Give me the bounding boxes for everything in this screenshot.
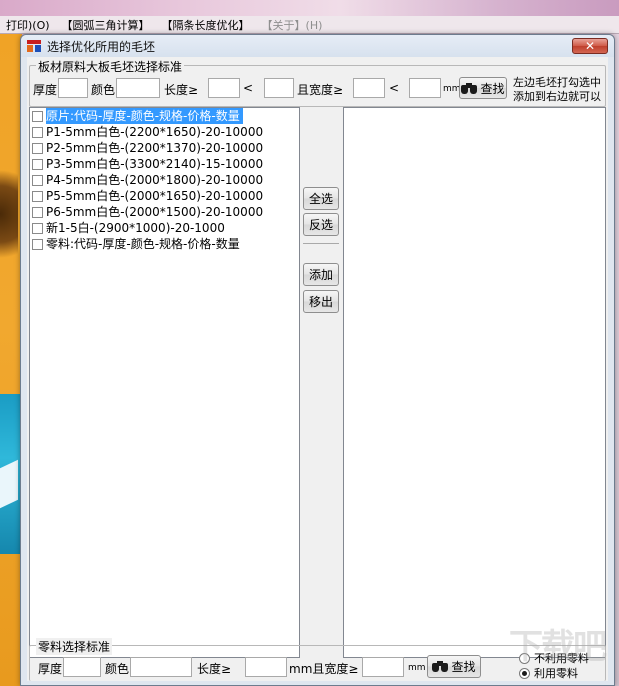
board-thickness-label: 厚度: [33, 83, 58, 97]
scrap-find-button[interactable]: 查找: [427, 655, 481, 678]
menu-item-print[interactable]: 打印)(O): [0, 17, 56, 33]
invert-selection-button[interactable]: 反选: [303, 213, 339, 236]
background-menubar: 打印)(O) 【圆弧三角计算】 【隔条长度优化】 【关于】(H): [0, 16, 619, 34]
board-width-lt-label: <: [389, 81, 400, 95]
blank-list-item[interactable]: P2-5mm白色-(2200*1370)-20-10000: [30, 140, 299, 156]
board-width-label: 且宽度≥: [297, 83, 344, 97]
item-label: 零料:代码-厚度-颜色-规格-价格-数量: [46, 237, 240, 251]
close-icon: ✕: [584, 39, 596, 53]
board-color-label: 颜色: [91, 83, 116, 97]
background-app-side-panel: [0, 34, 22, 686]
background-decoration-white: [0, 459, 18, 509]
scrap-width-input[interactable]: [362, 657, 404, 677]
dialog-title: 选择优化所用的毛坯: [47, 39, 156, 54]
item-label: 原片:代码-厚度-颜色-规格-价格-数量: [46, 108, 243, 124]
item-label: P6-5mm白色-(2000*1500)-20-10000: [46, 205, 264, 219]
board-unit-label: mm: [443, 84, 461, 94]
close-button[interactable]: ✕: [572, 38, 608, 54]
scrap-color-input[interactable]: [130, 657, 192, 677]
item-checkbox[interactable]: [32, 238, 43, 250]
add-button[interactable]: 添加: [303, 263, 339, 286]
selected-blank-list[interactable]: [343, 107, 606, 658]
scrap-find-label: 查找: [451, 660, 476, 674]
item-label: P1-5mm白色-(2200*1650)-20-10000: [46, 125, 264, 139]
blank-list-item[interactable]: P6-5mm白色-(2000*1500)-20-10000: [30, 204, 299, 220]
board-width-max-input[interactable]: [409, 78, 441, 98]
menu-item-arc-triangle[interactable]: 【圆弧三角计算】: [56, 17, 156, 33]
item-checkbox[interactable]: [32, 158, 43, 170]
board-length-min-input[interactable]: [208, 78, 240, 98]
item-checkbox[interactable]: [32, 110, 43, 122]
blank-list-item[interactable]: 新1-5白-(2900*1000)-20-1000: [30, 220, 299, 236]
item-label: P5-5mm白色-(2000*1650)-20-10000: [46, 189, 264, 203]
board-find-button[interactable]: 查找: [459, 77, 507, 99]
item-label: 新1-5白-(2900*1000)-20-1000: [46, 221, 225, 235]
app-icon: [27, 39, 41, 53]
radio-circle: [519, 667, 530, 679]
background-decoration: [0, 154, 18, 274]
remove-button[interactable]: 移出: [303, 290, 339, 313]
scrap-unit-label: mm: [408, 663, 426, 673]
blank-list-item[interactable]: P1-5mm白色-(2200*1650)-20-10000: [30, 124, 299, 140]
watermark-logo: 下载吧: [509, 627, 607, 667]
scrap-thickness-label: 厚度: [38, 662, 63, 676]
blank-source-list[interactable]: 原片:代码-厚度-颜色-规格-价格-数量 P1-5mm白色-(2200*1650)…: [29, 107, 300, 658]
scrap-thickness-input[interactable]: [63, 657, 101, 677]
blank-list-item[interactable]: 零料:代码-厚度-颜色-规格-价格-数量: [30, 236, 299, 252]
scrap-width-label: mm且宽度≥: [289, 662, 359, 676]
board-length-lt-label: <: [243, 81, 254, 95]
item-label: P2-5mm白色-(2200*1370)-20-10000: [46, 141, 264, 155]
blank-list-item[interactable]: P5-5mm白色-(2000*1650)-20-10000: [30, 188, 299, 204]
blank-list-item[interactable]: P3-5mm白色-(3300*2140)-15-10000: [30, 156, 299, 172]
item-checkbox[interactable]: [32, 222, 43, 234]
item-checkbox[interactable]: [32, 174, 43, 186]
menu-item-about: 【关于】(H): [261, 18, 323, 32]
scrap-length-input[interactable]: [245, 657, 287, 677]
button-divider: [303, 243, 339, 244]
scrap-color-label: 颜色: [105, 662, 130, 676]
select-all-button[interactable]: 全选: [303, 187, 339, 210]
board-width-min-input[interactable]: [353, 78, 385, 98]
dialog-client: 板材原料大板毛坯选择标准 厚度 颜色 长度≥ < 且宽度≥ < mm 查找 左边…: [27, 57, 608, 681]
blank-list-item[interactable]: 原片:代码-厚度-颜色-规格-价格-数量: [30, 108, 299, 124]
scrap-length-label: 长度≥: [197, 662, 232, 676]
binoculars-icon: [461, 82, 478, 94]
item-checkbox[interactable]: [32, 190, 43, 202]
dialog-titlebar[interactable]: 选择优化所用的毛坯 ✕: [21, 35, 614, 57]
item-checkbox[interactable]: [32, 126, 43, 138]
board-length-max-input[interactable]: [264, 78, 294, 98]
blank-list-item[interactable]: P4-5mm白色-(2000*1800)-20-10000: [30, 172, 299, 188]
item-checkbox[interactable]: [32, 206, 43, 218]
board-filter-legend: 板材原料大板毛坯选择标准: [36, 58, 185, 75]
board-color-input[interactable]: [116, 78, 160, 98]
board-find-label: 查找: [480, 81, 505, 96]
item-checkbox[interactable]: [32, 142, 43, 154]
board-length-label: 长度≥: [164, 83, 199, 97]
scrap-filter-legend: 零料选择标准: [36, 638, 113, 655]
binoculars-icon: [432, 661, 449, 672]
menu-item-spacer-optimize[interactable]: 【隔条长度优化】: [156, 17, 256, 33]
board-hint-line2: 添加到右边就可以: [513, 90, 601, 103]
item-label: P4-5mm白色-(2000*1800)-20-10000: [46, 173, 264, 187]
board-thickness-input[interactable]: [58, 78, 88, 98]
select-blank-dialog: 选择优化所用的毛坯 ✕ 板材原料大板毛坯选择标准 厚度 颜色 长度≥ < 且宽度…: [20, 34, 615, 686]
item-label: P3-5mm白色-(3300*2140)-15-10000: [46, 157, 264, 171]
